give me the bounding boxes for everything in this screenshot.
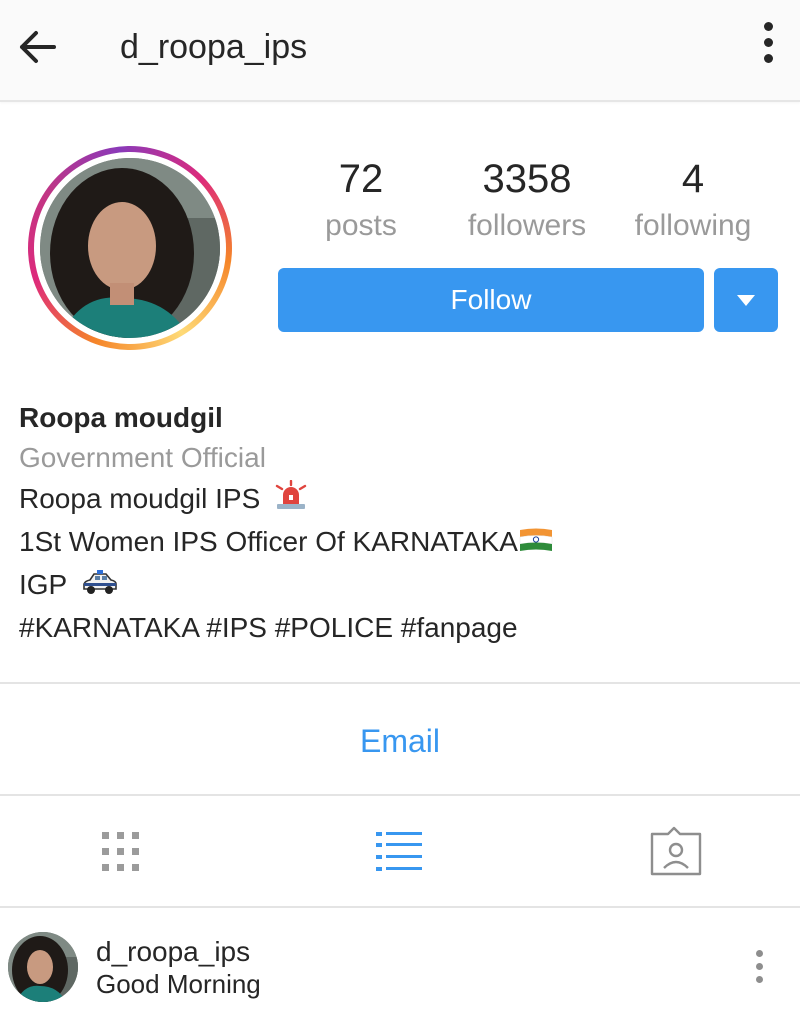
bio-line: 1St Women IPS Officer Of KARNATAKA xyxy=(19,521,779,564)
back-arrow-icon[interactable] xyxy=(14,24,60,70)
profile-bio: Roopa moudgil Government Official Roopa … xyxy=(19,398,779,648)
post-author-avatar[interactable] xyxy=(8,932,78,1002)
bio-text: Roopa moudgil IPS xyxy=(19,483,261,514)
full-name: Roopa moudgil xyxy=(19,402,223,433)
following-label: following xyxy=(634,209,752,242)
stat-followers[interactable]: 3358 followers xyxy=(452,154,602,248)
grid-view-tab[interactable] xyxy=(98,826,158,882)
bio-hashtags[interactable]: #KARNATAKA #IPS #POLICE #fanpage xyxy=(19,607,779,648)
top-app-bar: d_roopa_ips xyxy=(0,0,800,102)
following-count: 4 xyxy=(681,157,705,201)
police-siren-icon xyxy=(274,479,308,521)
india-flag-icon xyxy=(518,523,554,564)
police-car-icon xyxy=(81,566,119,607)
list-icon xyxy=(376,832,422,871)
posts-count: 72 xyxy=(338,157,384,201)
followers-label: followers xyxy=(467,209,587,242)
divider xyxy=(0,682,800,684)
follow-button[interactable]: Follow xyxy=(278,268,704,332)
divider xyxy=(0,794,800,796)
more-options-icon[interactable] xyxy=(758,22,778,72)
tagged-person-icon xyxy=(650,826,702,876)
stat-posts[interactable]: 72 posts xyxy=(286,154,436,248)
bio-text: IGP xyxy=(19,569,67,601)
list-view-tab[interactable] xyxy=(372,826,432,882)
post-options-icon[interactable] xyxy=(753,950,765,990)
follow-options-button[interactable] xyxy=(714,268,778,332)
grid-icon xyxy=(102,832,139,871)
post-author-username[interactable]: d_roopa_ips xyxy=(96,934,250,970)
post-location-caption: Good Morning xyxy=(96,969,261,999)
profile-avatar[interactable] xyxy=(28,146,232,350)
profile-username-title: d_roopa_ips xyxy=(120,28,308,66)
posts-label: posts xyxy=(325,209,397,242)
account-category: Government Official xyxy=(19,442,266,473)
bio-line: Roopa moudgil IPS xyxy=(19,478,779,521)
bio-text: 1St Women IPS Officer Of KARNATAKA xyxy=(19,526,518,558)
bio-line: IGP xyxy=(19,564,779,607)
stat-following[interactable]: 4 following xyxy=(618,154,768,248)
profile-page: d_roopa_ips 72 posts 3358 followers 4 fo… xyxy=(0,0,800,1014)
profile-photo xyxy=(40,158,220,338)
caret-down-icon xyxy=(737,295,755,306)
tagged-tab[interactable] xyxy=(646,826,706,882)
email-button[interactable]: Email xyxy=(0,716,800,766)
divider xyxy=(0,906,800,908)
followers-count: 3358 xyxy=(482,157,572,201)
